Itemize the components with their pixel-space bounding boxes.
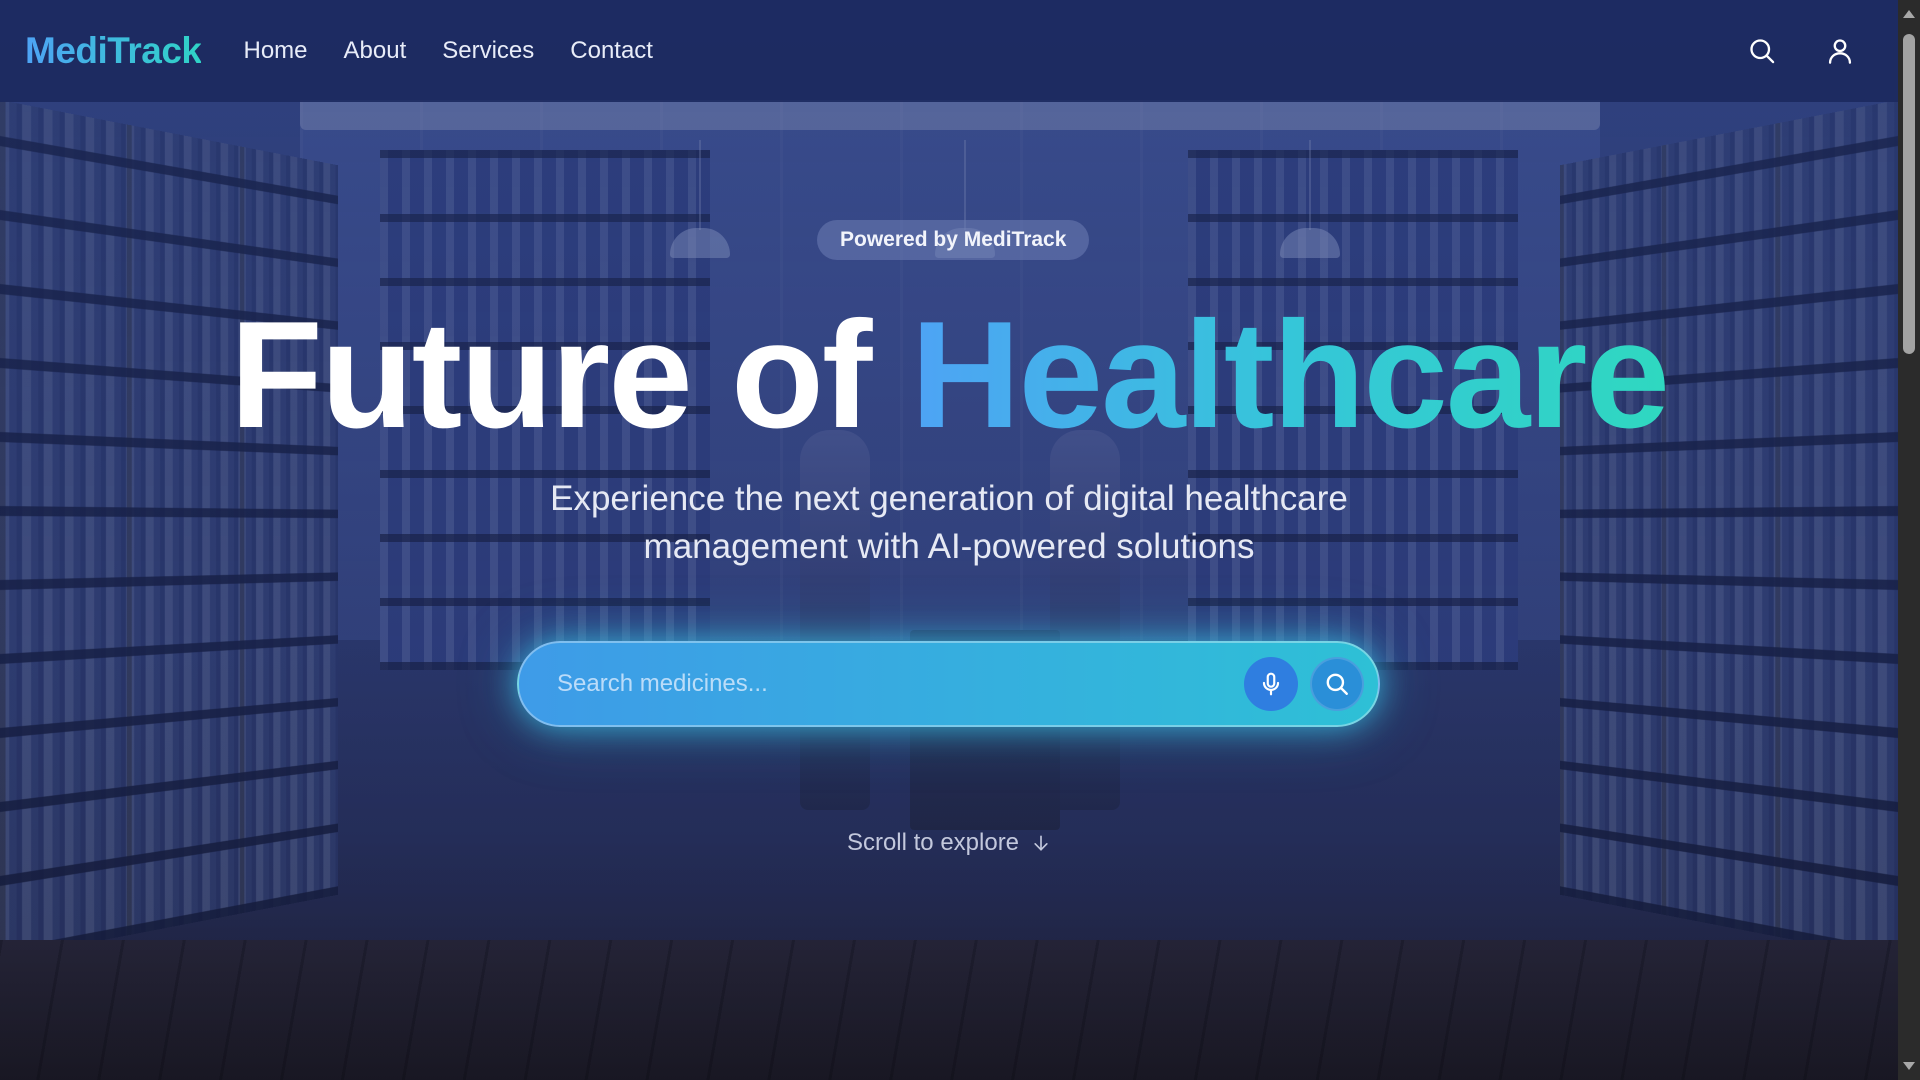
top-navbar: MediTrack Home About Services Contact: [0, 0, 1898, 102]
search-submit-button[interactable]: [1310, 657, 1364, 711]
subtitle-line: management with AI-powered solutions: [449, 523, 1449, 571]
nav-link-home[interactable]: Home: [225, 37, 325, 65]
medicine-search-input[interactable]: [555, 669, 1232, 699]
nav-links: Home About Services Contact: [225, 37, 671, 65]
subtitle-line: Experience the next generation of digita…: [449, 475, 1449, 523]
scrollbar-thumb[interactable]: [1903, 34, 1915, 354]
nav-link-contact[interactable]: Contact: [552, 37, 671, 65]
scroll-down-arrow-icon[interactable]: [1903, 1062, 1915, 1070]
user-icon[interactable]: [1825, 36, 1855, 66]
site-logo[interactable]: MediTrack: [25, 30, 201, 72]
medicine-search-bar: [517, 641, 1380, 727]
headline-plain: Future of: [230, 290, 911, 460]
search-icon: [1324, 671, 1350, 697]
headline-accent: Healthcare: [911, 290, 1668, 460]
scroll-hint-label: Scroll to explore: [847, 829, 1019, 857]
powered-by-badge: Powered by MediTrack: [817, 220, 1089, 260]
scroll-hint[interactable]: Scroll to explore: [0, 829, 1898, 857]
hero-section: Powered by MediTrack Future of Healthcar…: [0, 102, 1898, 1080]
nav-link-services[interactable]: Services: [424, 37, 552, 65]
page: MediTrack Home About Services Contact Po…: [0, 0, 1898, 1080]
search-icon[interactable]: [1747, 36, 1777, 66]
nav-actions: [1747, 36, 1873, 66]
page-scrollbar[interactable]: [1898, 0, 1920, 1080]
scroll-up-arrow-icon[interactable]: [1903, 10, 1915, 18]
voice-search-button[interactable]: [1244, 657, 1298, 711]
hero-subtitle: Experience the next generation of digita…: [449, 475, 1449, 571]
hero-headline: Future of Healthcare: [0, 292, 1898, 459]
nav-link-about[interactable]: About: [326, 37, 425, 65]
microphone-icon: [1258, 671, 1284, 697]
arrow-down-icon: [1031, 833, 1051, 853]
